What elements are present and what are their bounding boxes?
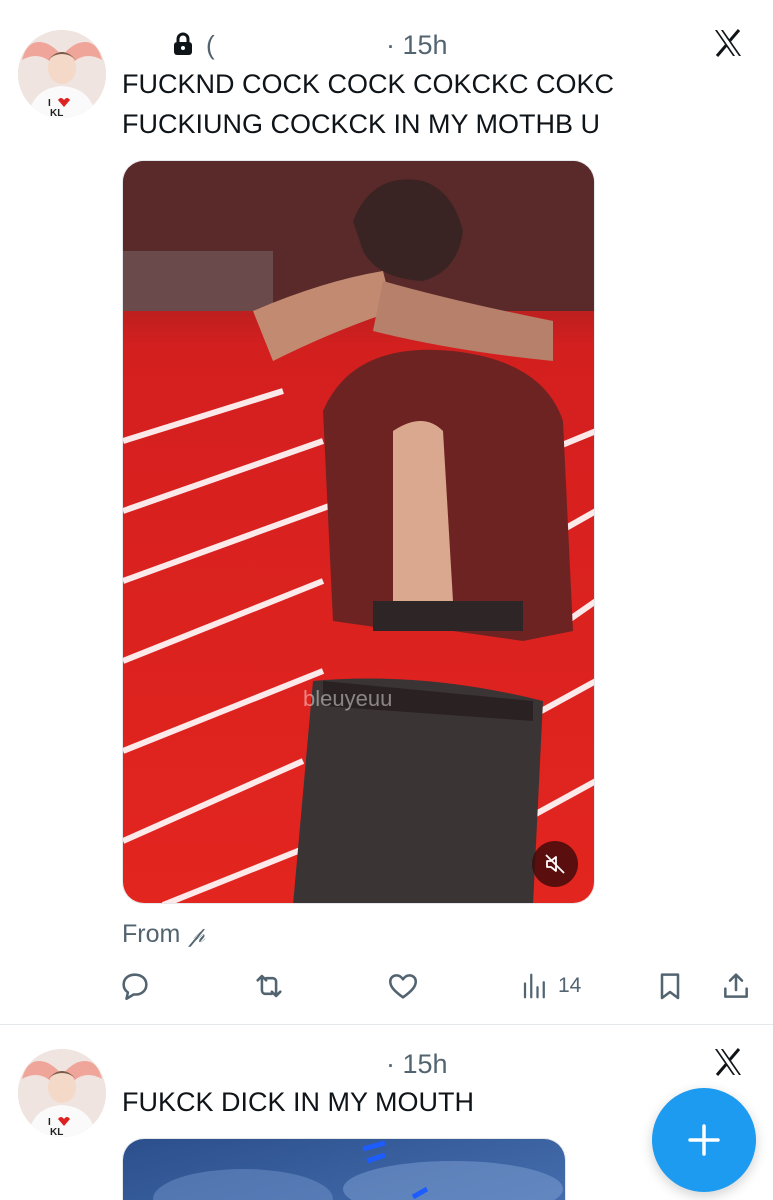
avatar-image: I KL <box>18 1049 106 1137</box>
views-button[interactable]: 14 <box>520 964 581 1008</box>
video-frame: bleuyeuu <box>123 161 594 903</box>
source-name[interactable]: 𝓅 <box>189 923 205 948</box>
plus-icon <box>688 1124 720 1156</box>
speaker-muted-icon <box>545 854 565 874</box>
heart-icon <box>388 974 418 999</box>
image-media[interactable] <box>122 1138 566 1200</box>
from-label: From <box>122 920 181 948</box>
bookmark-button[interactable] <box>654 964 686 1008</box>
reply-icon <box>122 973 148 1001</box>
timestamp[interactable]: · 15h <box>386 30 448 61</box>
watermark: bleuyeuu <box>303 686 392 711</box>
avatar[interactable]: I KL <box>18 1049 106 1137</box>
svg-text:KL: KL <box>50 108 63 118</box>
lock-icon <box>172 32 194 56</box>
avatar[interactable]: I KL <box>18 30 106 118</box>
mute-toggle-button[interactable] <box>532 841 578 887</box>
video-media[interactable]: bleuyeuu <box>122 160 595 904</box>
author-name-redacted[interactable] <box>162 30 172 54</box>
tweet-header: ( · 15h <box>122 24 745 64</box>
svg-text:KL: KL <box>50 1127 63 1137</box>
x-logo-icon[interactable] <box>713 1047 743 1077</box>
tweet-actions: 14 <box>118 964 758 1008</box>
x-logo-icon[interactable] <box>713 28 743 58</box>
avatar-image: I KL <box>18 30 106 118</box>
reply-button[interactable] <box>118 964 152 1008</box>
share-icon <box>724 973 748 998</box>
retweet-button[interactable] <box>252 964 286 1008</box>
compose-post-button[interactable] <box>652 1088 756 1192</box>
media-preview <box>123 1139 565 1200</box>
retweet-icon <box>256 974 282 998</box>
views-icon <box>523 973 545 999</box>
tweet[interactable]: I KL · 15h FUKCK DICK IN MY MOUTH <box>0 1025 773 1200</box>
like-button[interactable] <box>386 964 420 1008</box>
source-attribution[interactable]: From 𝓅 <box>122 920 205 949</box>
tweet[interactable]: I KL ( · 15h FUCKND COCK COCK COKCKC COK… <box>0 0 773 1024</box>
views-count: 14 <box>558 974 582 997</box>
share-button[interactable] <box>720 964 752 1008</box>
tweet-text: FUKCK DICK IN MY MOUTH <box>122 1087 475 1117</box>
tweet-text: FUCKND COCK COCK COKCKC COKC FUCKIUNG CO… <box>122 64 682 144</box>
tweet-text-line: FUCKIUNG COCKCK IN MY MOTHB U <box>122 109 601 139</box>
bookmark-icon <box>660 973 680 1000</box>
author-handle-redacted[interactable]: ( <box>206 32 215 58</box>
timestamp[interactable]: · 15h <box>386 1049 448 1080</box>
tweet-text-line: FUCKND COCK COCK COKCKC COKC <box>122 69 615 99</box>
tweet-header: · 15h <box>122 1043 745 1083</box>
